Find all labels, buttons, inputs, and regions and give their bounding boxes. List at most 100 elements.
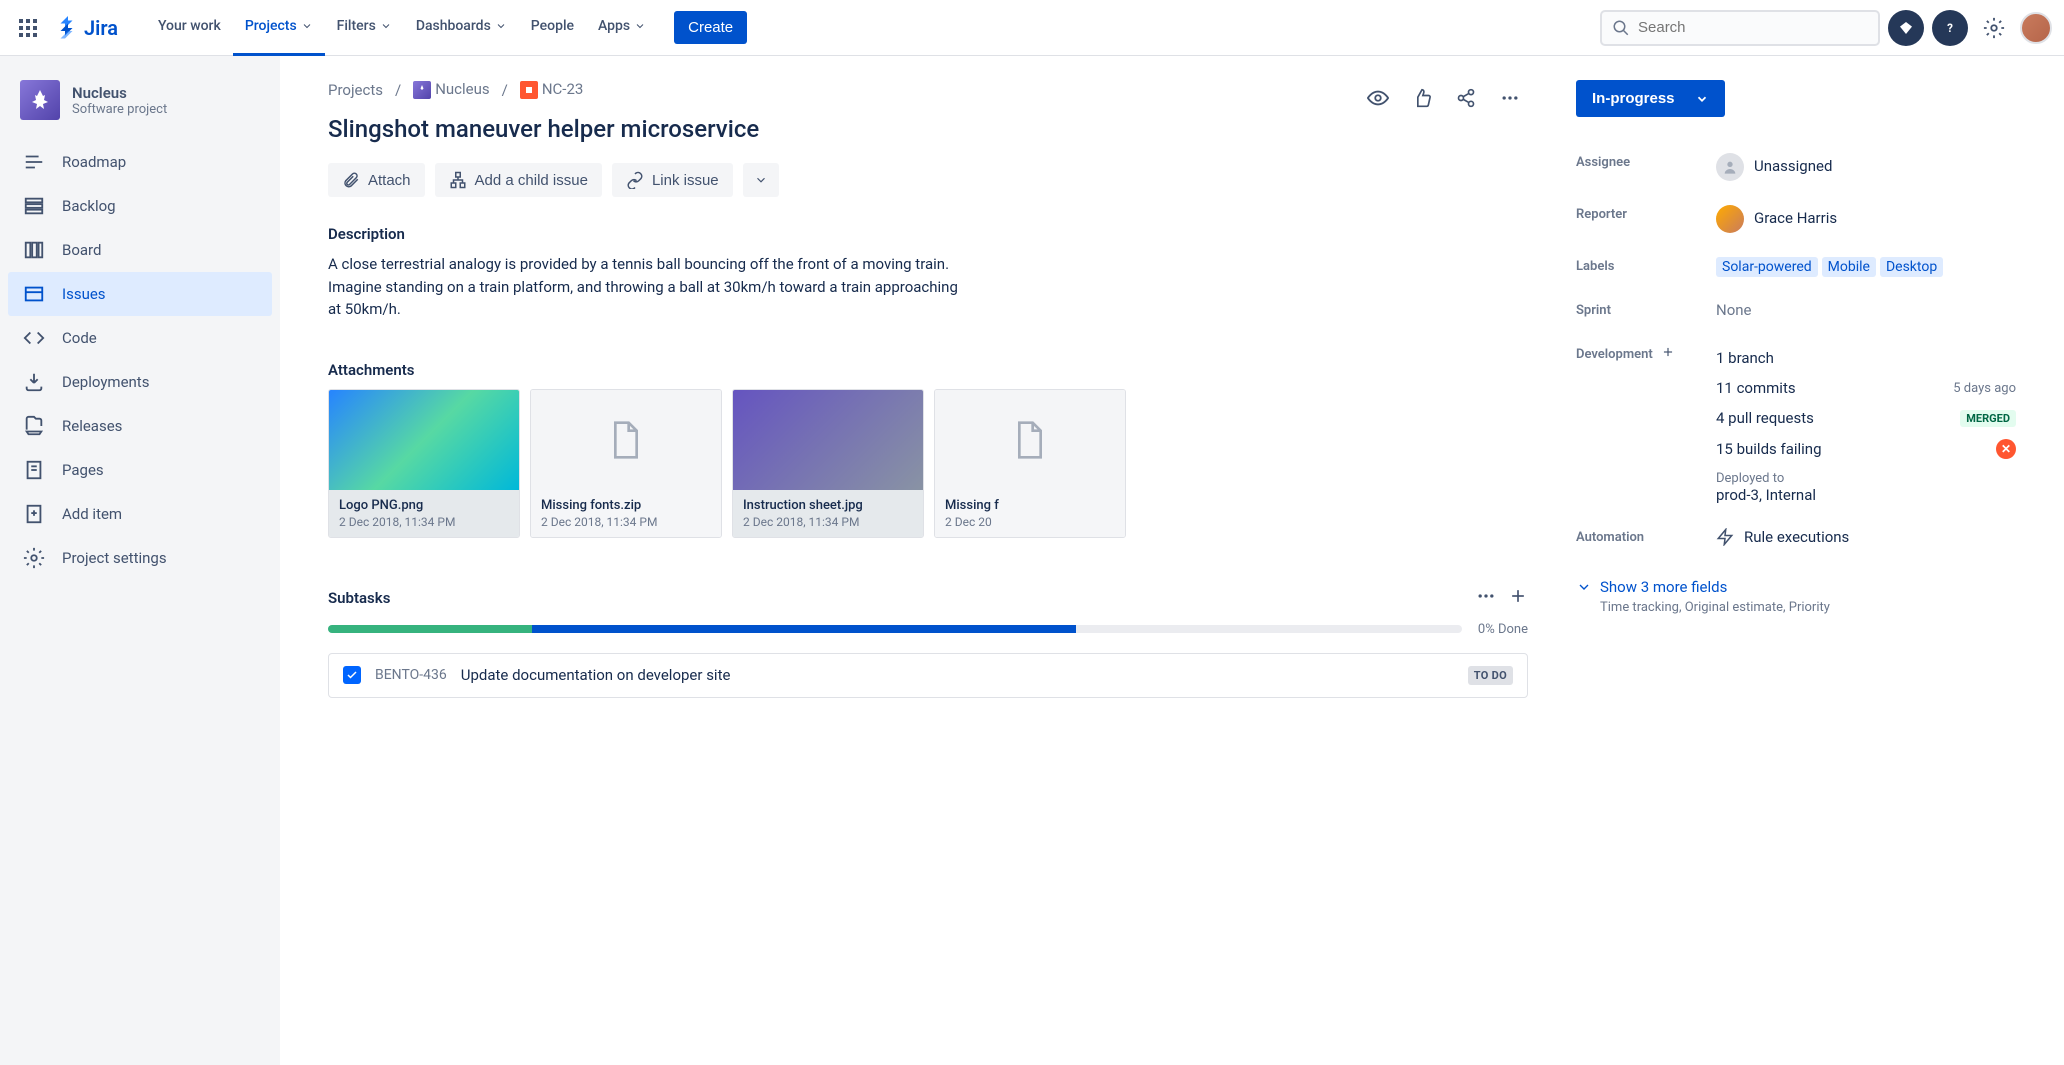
jira-logo[interactable]: Jira — [48, 16, 126, 40]
sidebar-item-add-item[interactable]: Add item — [8, 492, 272, 536]
progress-bar — [328, 625, 1462, 633]
subtask-row[interactable]: BENTO-436Update documentation on develop… — [328, 653, 1528, 698]
subtasks-progress: 0% Done — [328, 622, 1528, 637]
attachment-name: Missing fonts.zip — [541, 498, 711, 513]
sidebar-item-deployments[interactable]: Deployments — [8, 360, 272, 404]
chevron-down-icon — [301, 20, 313, 32]
labels-value[interactable]: Solar-poweredMobileDesktop — [1716, 257, 2016, 277]
project-icon — [20, 80, 60, 120]
link-issue-button[interactable]: Link issue — [612, 163, 733, 197]
breadcrumb-projects[interactable]: Projects — [328, 81, 383, 99]
sprint-value[interactable]: None — [1716, 301, 2016, 319]
link-issue-dropdown[interactable] — [743, 163, 779, 197]
sidebar-item-backlog[interactable]: Backlog — [8, 184, 272, 228]
attachment-name: Logo PNG.png — [339, 498, 509, 513]
assignee-value[interactable]: Unassigned — [1716, 153, 2016, 181]
help-icon[interactable]: ? — [1932, 10, 1968, 46]
development-label: Development — [1576, 343, 1716, 363]
description-label: Description — [328, 225, 1528, 243]
svg-text:?: ? — [1947, 21, 1953, 35]
chevron-down-icon — [1576, 579, 1592, 595]
more-actions-icon[interactable] — [1492, 80, 1528, 116]
sidebar-item-board[interactable]: Board — [8, 228, 272, 272]
like-icon[interactable] — [1404, 80, 1440, 116]
share-icon[interactable] — [1448, 80, 1484, 116]
nav-people[interactable]: People — [519, 0, 586, 56]
notifications-icon[interactable] — [1888, 10, 1924, 46]
attachment-name: Missing f — [945, 498, 1115, 513]
add-subtask-icon[interactable] — [1508, 586, 1528, 610]
sidebar-item-issues[interactable]: Issues — [8, 272, 272, 316]
project-type: Software project — [72, 102, 167, 117]
breadcrumb: Projects / Nucleus / NC-23 — [328, 80, 1360, 99]
nav-projects[interactable]: Projects — [233, 0, 325, 56]
deployments-icon — [22, 370, 46, 394]
breadcrumb-issue[interactable]: NC-23 — [520, 80, 583, 99]
reporter-avatar — [1716, 205, 1744, 233]
project-settings-icon — [22, 546, 46, 570]
story-icon — [520, 81, 538, 99]
unassigned-avatar-icon — [1716, 153, 1744, 181]
status-dropdown[interactable]: In-progress — [1576, 80, 1725, 117]
sidebar-item-roadmap[interactable]: Roadmap — [8, 140, 272, 184]
attachment-date: 2 Dec 2018, 11:34 PM — [743, 515, 913, 529]
attach-button[interactable]: Attach — [328, 163, 425, 197]
attachment-card[interactable]: Logo PNG.png2 Dec 2018, 11:34 PM — [328, 389, 520, 538]
releases-icon — [22, 414, 46, 438]
reporter-value[interactable]: Grace Harris — [1716, 205, 2016, 233]
add-development-icon[interactable] — [1661, 345, 1675, 363]
label-chip[interactable]: Desktop — [1880, 257, 1943, 277]
attachment-card[interactable]: Instruction sheet.jpg 2 Dec 2018, 11:34 P… — [732, 389, 924, 538]
sidebar-item-project-settings[interactable]: Project settings — [8, 536, 272, 580]
app-switcher-icon[interactable] — [12, 12, 44, 44]
image-thumbnail — [733, 390, 923, 490]
profile-avatar[interactable] — [2020, 12, 2052, 44]
settings-icon[interactable] — [1976, 10, 2012, 46]
automation-label: Automation — [1576, 528, 1716, 545]
attachments-label: Attachments — [328, 361, 1528, 379]
attachments-list: Logo PNG.png2 Dec 2018, 11:34 PMMissing … — [328, 389, 1528, 538]
search-icon — [1612, 19, 1630, 37]
link-icon — [626, 171, 644, 189]
add-item-icon — [22, 502, 46, 526]
issue-header-actions — [1360, 80, 1528, 116]
nav-your-work[interactable]: Your work — [146, 0, 233, 56]
attachment-card[interactable]: Missing fonts.zip2 Dec 2018, 11:34 PM — [530, 389, 722, 538]
nav-apps[interactable]: Apps — [586, 0, 658, 56]
jira-logo-text: Jira — [84, 16, 118, 40]
breadcrumb-project[interactable]: Nucleus — [413, 80, 489, 99]
dev-builds[interactable]: 15 builds failing — [1716, 440, 1822, 458]
subtask-status[interactable]: TO DO — [1468, 666, 1513, 685]
dev-branch[interactable]: 1 branch — [1716, 349, 1774, 367]
create-button[interactable]: Create — [674, 11, 747, 44]
nav-filters[interactable]: Filters — [325, 0, 404, 56]
attachment-card[interactable]: Missing f2 Dec 20 — [934, 389, 1126, 538]
label-chip[interactable]: Mobile — [1822, 257, 1876, 277]
sidebar-item-code[interactable]: Code — [8, 316, 272, 360]
watch-icon[interactable] — [1360, 80, 1396, 116]
automation-value[interactable]: Rule executions — [1716, 528, 2016, 546]
sidebar-item-pages[interactable]: Pages — [8, 448, 272, 492]
board-icon — [22, 238, 46, 262]
project-header[interactable]: Nucleus Software project — [8, 80, 272, 140]
issue-title[interactable]: Slingshot maneuver helper microservice — [328, 115, 1528, 143]
nav-dashboards[interactable]: Dashboards — [404, 0, 519, 56]
sidebar-item-releases[interactable]: Releases — [8, 404, 272, 448]
deployed-value[interactable]: prod-3, Internal — [1716, 486, 2016, 504]
description-text[interactable]: A close terrestrial analogy is provided … — [328, 253, 968, 321]
chevron-down-icon — [380, 20, 392, 32]
image-thumbnail — [329, 390, 519, 490]
add-child-button[interactable]: Add a child issue — [435, 163, 602, 197]
subtasks-more-icon[interactable] — [1476, 586, 1496, 610]
dev-commits[interactable]: 11 commits — [1716, 379, 1796, 397]
attachment-name: Instruction sheet.jpg — [743, 498, 913, 513]
search-input[interactable] — [1638, 19, 1868, 36]
show-more-fields[interactable]: Show 3 more fields — [1576, 578, 2016, 596]
deployed-label: Deployed to — [1716, 471, 2016, 486]
dev-prs[interactable]: 4 pull requests — [1716, 409, 1814, 427]
issues-icon — [22, 282, 46, 306]
label-chip[interactable]: Solar-powered — [1716, 257, 1818, 277]
search-box[interactable] — [1600, 10, 1880, 46]
lightning-icon — [1716, 528, 1734, 546]
subtask-key[interactable]: BENTO-436 — [375, 667, 447, 683]
